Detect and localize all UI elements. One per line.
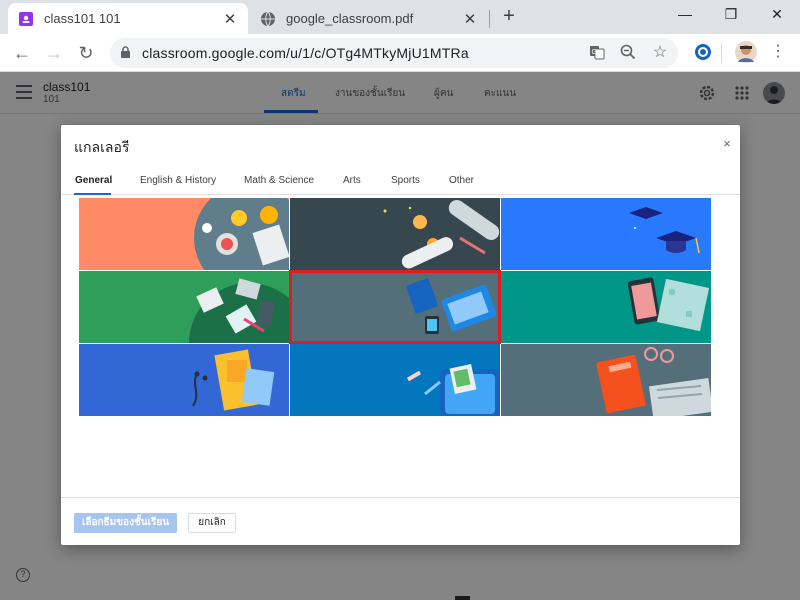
tab-math-science[interactable]: Math & Science bbox=[244, 175, 314, 186]
theme-tile-notebook[interactable] bbox=[79, 344, 289, 416]
profile-avatar[interactable] bbox=[735, 41, 757, 63]
new-tab-button[interactable]: + bbox=[498, 5, 520, 27]
gallery-dialog: แกลเลอรี × General English & History Mat… bbox=[61, 125, 740, 545]
url-text: classroom.google.com/u/1/c/OTg4MTkyMjU1M… bbox=[142, 45, 469, 61]
maximize-button[interactable]: ❐ bbox=[708, 0, 754, 30]
tab-english-history[interactable]: English & History bbox=[140, 175, 216, 186]
tab-general[interactable]: General bbox=[75, 175, 112, 186]
classroom-favicon-icon bbox=[18, 11, 34, 27]
forward-arrow-icon[interactable]: → bbox=[41, 40, 67, 66]
theme-tile-books[interactable] bbox=[79, 271, 289, 343]
globe-icon bbox=[260, 11, 276, 27]
zoom-out-icon[interactable] bbox=[619, 44, 637, 62]
star-bookmark-icon[interactable]: ☆ bbox=[651, 44, 669, 62]
tab-title: class101 101 bbox=[44, 11, 121, 26]
tab-separator bbox=[489, 10, 490, 28]
translate-icon[interactable]: G bbox=[588, 44, 606, 62]
tab-sports[interactable]: Sports bbox=[391, 175, 420, 186]
back-arrow-icon[interactable]: ← bbox=[9, 40, 35, 66]
extension-icon[interactable] bbox=[693, 42, 713, 62]
select-theme-button[interactable]: เลือกธีมของชั้นเรียน bbox=[74, 513, 177, 533]
browser-menu-icon[interactable]: ⋮ bbox=[770, 43, 786, 63]
dialog-title: แกลเลอรี bbox=[74, 139, 130, 155]
address-bar[interactable]: classroom.google.com/u/1/c/OTg4MTkyMjU1M… bbox=[110, 38, 678, 68]
svg-text:G: G bbox=[592, 49, 597, 56]
theme-grid bbox=[79, 198, 713, 418]
horizontal-scrollbar[interactable] bbox=[455, 596, 470, 600]
browser-tab-strip: class101 101 ✕ google_classroom.pdf ✕ + … bbox=[0, 0, 800, 34]
reload-icon[interactable]: ↻ bbox=[73, 40, 99, 66]
minimize-button[interactable]: — bbox=[662, 0, 708, 30]
browser-tab-classroom[interactable]: class101 101 ✕ bbox=[8, 3, 248, 34]
lock-icon bbox=[120, 46, 131, 64]
tab-other[interactable]: Other bbox=[449, 175, 474, 186]
active-tab-indicator bbox=[74, 193, 111, 195]
close-icon[interactable]: × bbox=[720, 136, 734, 151]
gallery-category-tabs: General English & History Math & Science… bbox=[61, 169, 740, 195]
theme-tile-phone[interactable] bbox=[501, 271, 711, 343]
cancel-button[interactable]: ยกเลิก bbox=[188, 513, 236, 533]
browser-toolbar: ← → ↻ classroom.google.com/u/1/c/OTg4MTk… bbox=[0, 34, 800, 72]
theme-tile-backpack[interactable] bbox=[290, 344, 500, 416]
theme-tile-graduation[interactable] bbox=[501, 198, 711, 270]
close-tab-icon[interactable]: ✕ bbox=[222, 10, 238, 28]
close-tab-icon[interactable]: ✕ bbox=[462, 10, 478, 28]
tab-title: google_classroom.pdf bbox=[286, 11, 414, 26]
theme-tile-laptop[interactable] bbox=[289, 270, 501, 344]
theme-tile-reading[interactable] bbox=[501, 344, 711, 416]
tab-arts[interactable]: Arts bbox=[343, 175, 361, 186]
toolbar-divider bbox=[721, 43, 722, 63]
browser-tab-pdf[interactable]: google_classroom.pdf ✕ bbox=[250, 3, 488, 34]
dialog-footer: เลือกธีมของชั้นเรียน ยกเลิก bbox=[61, 497, 740, 545]
theme-tile-scroll[interactable] bbox=[290, 198, 500, 270]
theme-tile-coffee[interactable] bbox=[79, 198, 289, 270]
window-close-button[interactable]: ✕ bbox=[754, 0, 800, 30]
